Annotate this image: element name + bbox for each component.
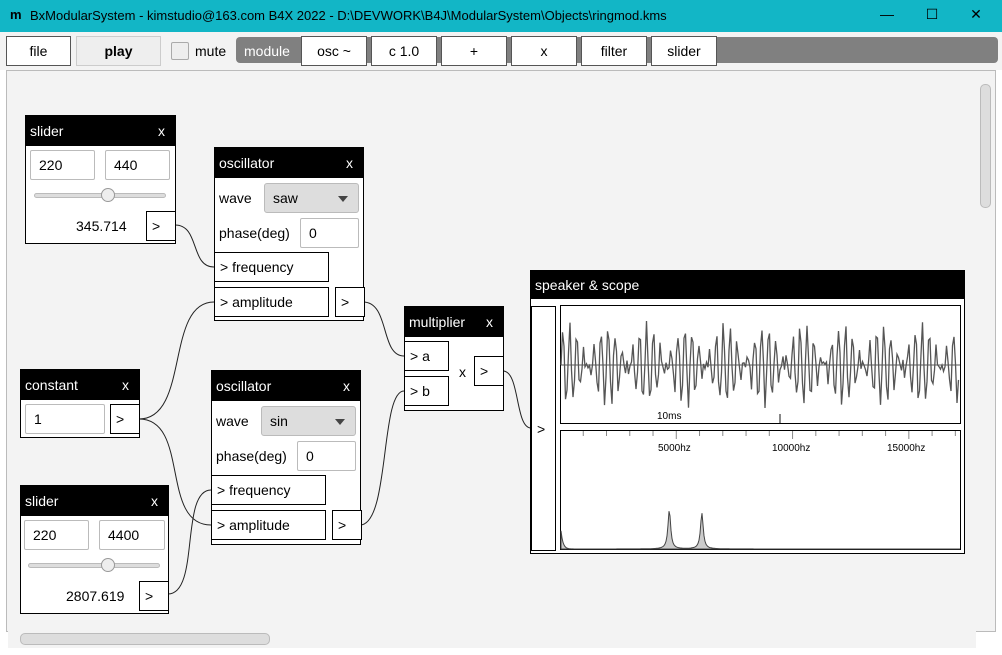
vertical-scrollbar[interactable] [977, 72, 994, 630]
input-port[interactable]: > [531, 306, 556, 551]
close-module-button[interactable]: x [122, 370, 129, 400]
output-port[interactable]: > [474, 356, 504, 386]
slider-track[interactable] [34, 193, 166, 198]
close-module-button[interactable]: x [346, 148, 353, 178]
close-module-button[interactable]: x [158, 116, 165, 146]
speaker-scope-module[interactable]: speaker & scope > 10ms 5000hz 10000hz 15… [530, 270, 965, 554]
freq-label-5000: 5000hz [658, 443, 691, 454]
wave-select[interactable]: saw [264, 183, 359, 213]
close-module-button[interactable]: x [486, 307, 493, 337]
time-scale-label: 10ms [657, 411, 681, 422]
slider-value: 2807.619 [66, 588, 125, 604]
spectrum-analyzer: 5000hz 10000hz 15000hz [560, 430, 961, 550]
wire [167, 489, 212, 595]
wave-label: wave [216, 413, 249, 429]
module-title: constant [25, 377, 78, 393]
max-input[interactable]: 440 [105, 150, 170, 180]
module-title: slider [30, 123, 64, 139]
min-input[interactable]: 220 [30, 150, 95, 180]
module-title: slider [25, 493, 59, 509]
vertical-scroll-thumb[interactable] [980, 84, 991, 208]
phase-input[interactable]: 0 [300, 218, 359, 248]
frequency-input-port[interactable]: > frequency [211, 475, 326, 505]
oscillator-module-1[interactable]: oscillator x wave saw phase(deg) 0 > freq… [214, 147, 365, 321]
slider-module-1[interactable]: slider x 220 440 345.714 > [25, 115, 176, 244]
slider-value: 345.714 [76, 218, 127, 234]
close-module-button[interactable]: x [151, 486, 158, 516]
output-port[interactable]: > [335, 287, 365, 317]
wire [362, 301, 405, 357]
max-input[interactable]: 4400 [99, 520, 165, 550]
output-port[interactable]: > [110, 404, 140, 434]
min-input[interactable]: 220 [24, 520, 89, 550]
module-header[interactable]: slider x [21, 486, 168, 516]
output-port[interactable]: > [332, 510, 362, 540]
wire [174, 224, 215, 268]
multiplier-module[interactable]: multiplier x > a > b x > [404, 306, 504, 411]
output-port[interactable]: > [139, 581, 169, 611]
input-port-a[interactable]: > a [404, 341, 449, 371]
module-title: oscillator [219, 155, 275, 171]
slider-thumb[interactable] [101, 188, 116, 202]
wave-label: wave [219, 190, 252, 206]
module-header[interactable]: speaker & scope [531, 271, 964, 299]
horizontal-scrollbar[interactable] [8, 631, 976, 648]
frequency-input-port[interactable]: > frequency [214, 252, 329, 282]
module-header[interactable]: constant x [21, 370, 139, 400]
output-port[interactable]: > [146, 211, 176, 241]
phase-label: phase(deg) [219, 225, 290, 241]
horizontal-scroll-thumb[interactable] [20, 633, 270, 645]
module-title: oscillator [216, 378, 272, 394]
amplitude-input-port[interactable]: > amplitude [214, 287, 329, 317]
freq-label-15000: 15000hz [887, 443, 925, 454]
phase-label: phase(deg) [216, 448, 287, 464]
operator-label: x [459, 364, 466, 380]
oscillator-module-2[interactable]: oscillator x wave sin phase(deg) 0 > freq… [211, 370, 362, 545]
constant-input[interactable]: 1 [25, 404, 105, 434]
module-title: multiplier [409, 314, 466, 330]
wave-select[interactable]: sin [261, 406, 356, 436]
slider-track[interactable] [28, 563, 160, 568]
oscilloscope: 10ms [560, 305, 961, 424]
input-port-b[interactable]: > b [404, 376, 449, 406]
freq-label-10000: 10000hz [772, 443, 810, 454]
slider-thumb[interactable] [101, 558, 116, 572]
amplitude-input-port[interactable]: > amplitude [211, 510, 326, 540]
module-header[interactable]: multiplier x [405, 307, 503, 337]
phase-input[interactable]: 0 [297, 441, 356, 471]
constant-module[interactable]: constant x 1 > [20, 369, 140, 438]
wire [138, 301, 215, 420]
module-title: speaker & scope [535, 277, 640, 293]
module-header[interactable]: oscillator x [215, 148, 363, 178]
module-header[interactable]: slider x [26, 116, 175, 146]
slider-module-2[interactable]: slider x 220 4400 2807.619 > [20, 485, 169, 614]
wire [502, 370, 532, 429]
module-header[interactable]: oscillator x [212, 371, 360, 401]
wire [359, 390, 405, 526]
close-module-button[interactable]: x [343, 371, 350, 401]
